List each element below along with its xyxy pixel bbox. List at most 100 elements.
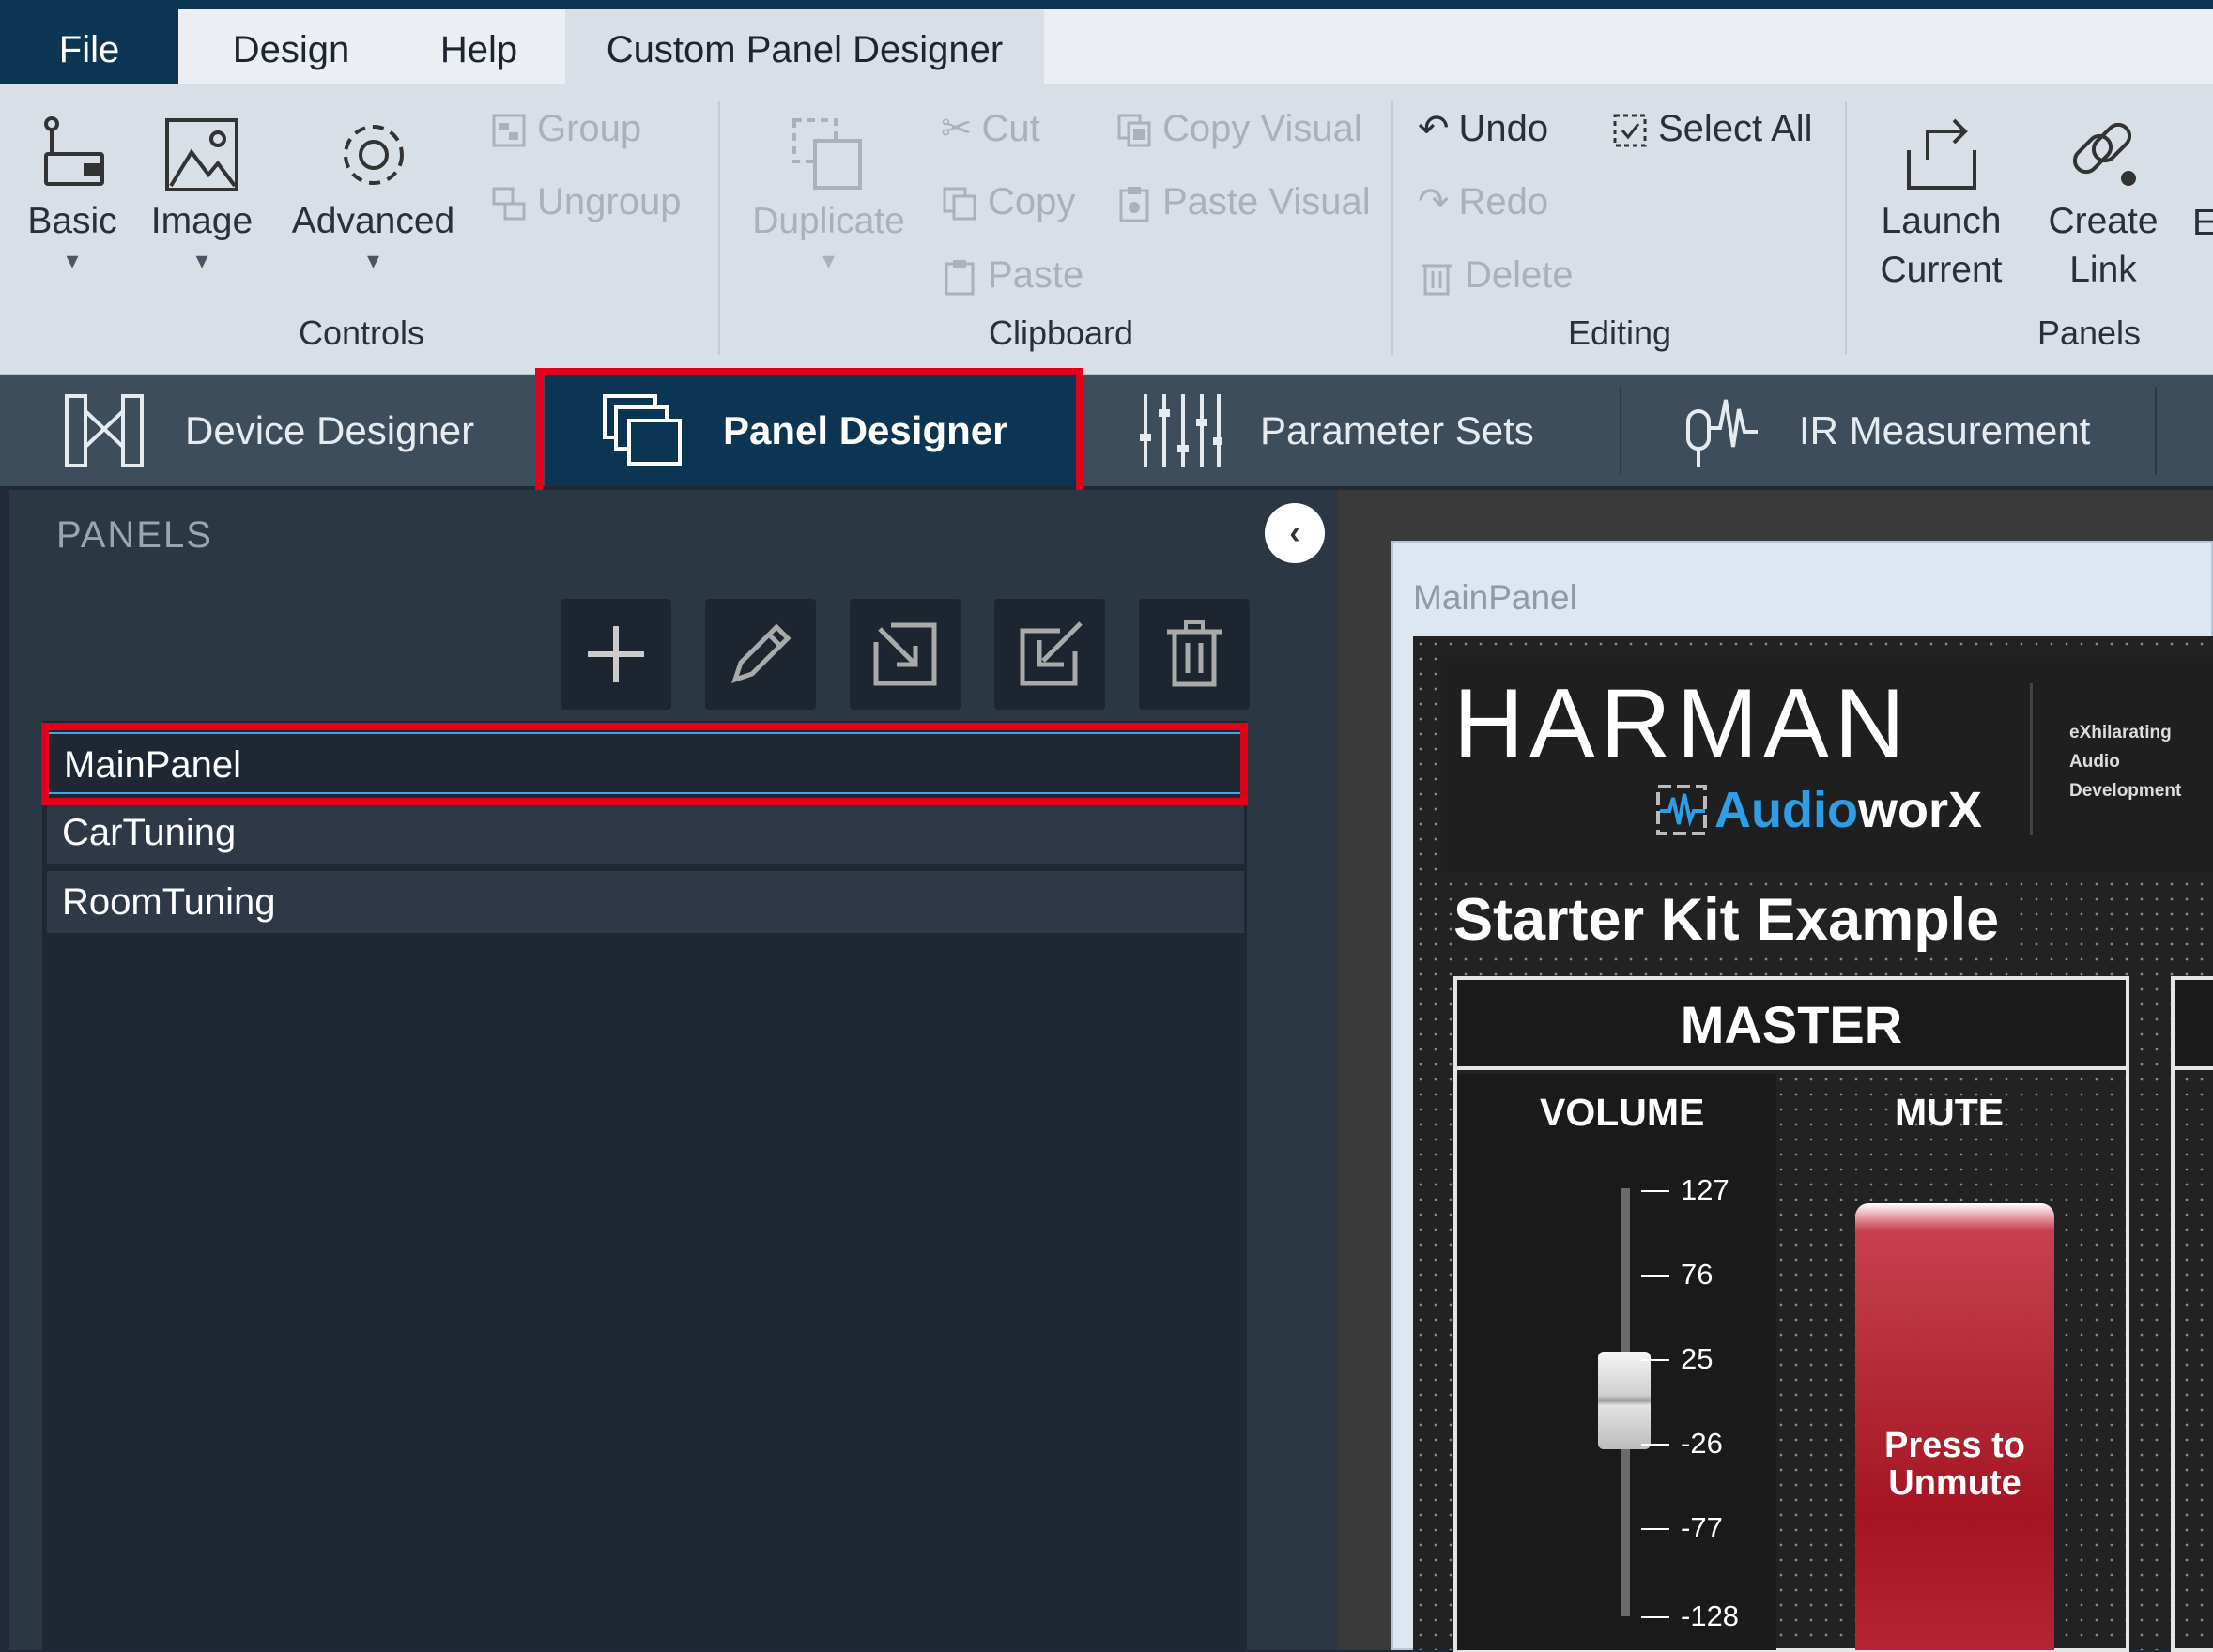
mute-label: MUTE <box>1895 1091 2005 1134</box>
image-icon <box>165 118 238 191</box>
tab-device-designer[interactable]: Device Designer <box>61 375 540 486</box>
launch-current-button[interactable]: Launch Current <box>1864 113 2019 295</box>
undo-button[interactable]: ↶ Undo <box>1418 103 1548 154</box>
group-button[interactable]: Group <box>490 103 641 154</box>
tab-design[interactable]: Design <box>178 9 404 84</box>
ribbon-tab-bar: File Design Help Custom Panel Designer <box>0 9 2213 84</box>
tick-mark <box>1641 1275 1669 1277</box>
delete-label: Delete <box>1465 254 1574 296</box>
paste-icon <box>945 260 975 296</box>
select-all-button[interactable]: Select All <box>1611 103 1813 154</box>
volume-tick-label: -128 <box>1681 1599 1740 1632</box>
volume-tick-label: -26 <box>1681 1427 1723 1460</box>
paste-button[interactable]: Paste <box>941 250 1083 300</box>
list-item-cartuning[interactable]: CarTuning <box>47 802 1244 864</box>
ribbon-separator <box>718 101 720 355</box>
image-dropdown-icon: ▾ <box>195 246 208 274</box>
paste-visual-label: Paste Visual <box>1162 181 1371 222</box>
microphone-icon <box>1686 399 1758 467</box>
tagline-line3: Development <box>2069 781 2182 801</box>
duplicate-dropdown-icon: ▾ <box>822 246 836 274</box>
export-panel-button[interactable] <box>850 599 961 710</box>
link-icon <box>2072 122 2136 186</box>
ungroup-label: Ungroup <box>537 181 682 222</box>
ungroup-button[interactable]: Ungroup <box>490 176 681 227</box>
delete-button[interactable]: Delete <box>1418 250 1574 300</box>
tick-mark <box>1641 1616 1669 1618</box>
next-section-partial <box>2171 976 2213 1652</box>
select-all-icon <box>1613 114 1647 147</box>
duplicate-icon <box>791 118 862 190</box>
volume-slider-thumb[interactable] <box>1598 1352 1651 1449</box>
tab-file[interactable]: File <box>0 9 178 84</box>
image-button[interactable]: Image ▾ <box>146 113 258 274</box>
volume-tick-label: 127 <box>1681 1173 1729 1206</box>
import-panel-button[interactable] <box>994 599 1105 710</box>
tab-ir-measurement-label: IR Measurement <box>1799 408 2091 452</box>
copy-label: Copy <box>988 181 1076 222</box>
cut-off-label: E <box>2192 203 2213 243</box>
duplicate-label: Duplicate <box>752 201 905 241</box>
add-panel-button[interactable] <box>561 599 671 710</box>
chevron-left-icon: ‹ <box>1289 514 1300 551</box>
tick-mark <box>1641 1190 1669 1192</box>
sliders-icon <box>1140 394 1222 467</box>
volume-label: VOLUME <box>1540 1091 1705 1134</box>
scissors-icon: ✂ <box>941 108 973 149</box>
tab-custom-panel-designer[interactable]: Custom Panel Designer <box>565 9 1044 84</box>
create-link-button[interactable]: Create Link <box>2033 113 2174 295</box>
nav-separator <box>1620 387 1621 475</box>
ribbon-separator <box>1845 101 1847 355</box>
basic-dropdown-icon: ▾ <box>66 246 79 274</box>
duplicate-button[interactable]: Duplicate ▾ <box>746 113 911 274</box>
highlight-mainpanel-item <box>41 723 1248 805</box>
collapse-sidebar-button[interactable]: ‹ <box>1265 503 1325 563</box>
highlight-panel-designer-tab <box>535 368 1083 503</box>
copy-icon <box>943 187 976 221</box>
copy-button[interactable]: Copy <box>941 176 1075 227</box>
gear-icon <box>343 125 404 185</box>
mute-toggle-button[interactable]: Press to Unmute <box>1855 1203 2054 1650</box>
ungroup-icon <box>492 187 526 221</box>
delete-panel-button[interactable] <box>1139 599 1250 710</box>
paste-visual-button[interactable]: Paste Visual <box>1115 176 1371 227</box>
advanced-label: Advanced <box>291 201 455 241</box>
rename-panel-button[interactable] <box>705 599 816 710</box>
mute-button-text-line2: Unmute <box>1888 1463 2021 1503</box>
audioworx-logo: Audio worX <box>1652 781 1982 839</box>
redo-button[interactable]: ↷ Redo <box>1418 176 1548 227</box>
redo-icon: ↷ <box>1418 181 1450 222</box>
launch-label-line1: Launch <box>1881 201 2002 241</box>
undo-label: Undo <box>1458 108 1549 149</box>
basic-button[interactable]: Basic ▾ <box>21 113 124 274</box>
tagline-line1: eXhilarating <box>2069 723 2172 742</box>
cut-button[interactable]: ✂ Cut <box>941 103 1040 154</box>
ribbon: Basic ▾ Image ▾ Advanced ▾ Group Ungroup… <box>0 84 2213 375</box>
panels-title: PANELS <box>56 514 213 556</box>
volume-tick-label: 25 <box>1681 1342 1714 1375</box>
group-icon <box>492 114 526 147</box>
group-label-controls: Controls <box>298 314 425 352</box>
splitter[interactable] <box>1253 490 1338 1650</box>
launch-label-line2: Current <box>1880 250 2003 290</box>
volume-tick-label: -77 <box>1681 1511 1723 1544</box>
copy-visual-button[interactable]: Copy Visual <box>1115 103 1362 154</box>
tab-parameter-sets[interactable]: Parameter Sets <box>1138 375 1607 486</box>
advanced-button[interactable]: Advanced ▾ <box>286 113 460 274</box>
panel-window-title: MainPanel <box>1413 578 1577 617</box>
tab-help[interactable]: Help <box>404 9 554 84</box>
trash-icon <box>1422 264 1452 296</box>
list-item-roomtuning[interactable]: RoomTuning <box>47 871 1244 933</box>
group-label: Group <box>537 108 642 149</box>
paste-visual-icon <box>1119 187 1149 222</box>
basic-control-icon <box>44 116 104 186</box>
device-designer-icon <box>65 394 144 467</box>
main-nav-bar: Device Designer Panel Designer Parameter… <box>0 375 2213 486</box>
mute-button-text: Press to Unmute <box>1884 1427 2025 1502</box>
create-link-label-line2: Link <box>2069 250 2137 290</box>
ribbon-separator <box>1391 101 1393 355</box>
tick-mark <box>1641 1444 1669 1446</box>
tab-ir-measurement[interactable]: IR Measurement <box>1683 375 2171 486</box>
cut-off-ribbon-button[interactable]: E <box>2192 199 2213 248</box>
image-label: Image <box>150 201 254 241</box>
